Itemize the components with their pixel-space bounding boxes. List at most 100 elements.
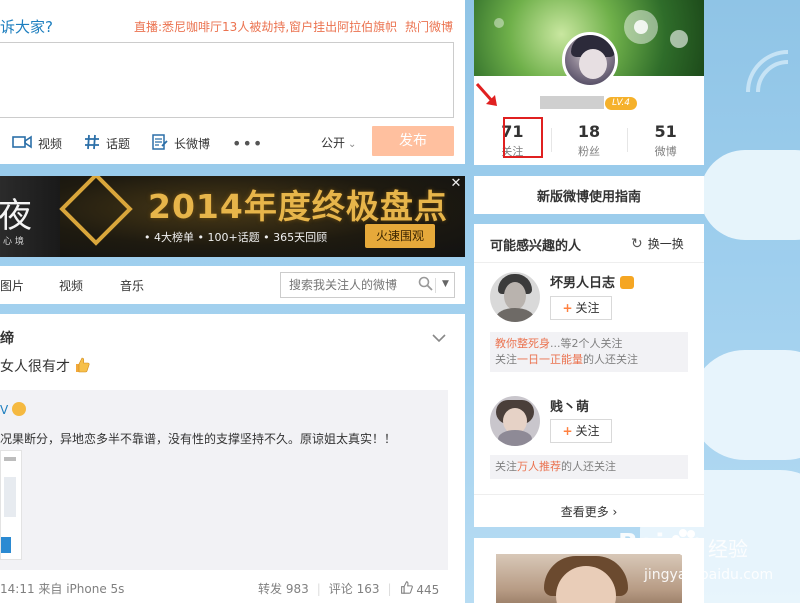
watermark-text: Bai: [618, 529, 665, 559]
guide-card: 新版微博使用指南: [474, 176, 704, 214]
suggestion-reason: 教你整死身...等2个人关注 关注一日一正能量的人还关注: [490, 332, 688, 372]
like-button[interactable]: 445: [400, 580, 440, 597]
year-end-banner[interactable]: 夜 心 境 2014年度终极盘点 • 4大榜单 • 100+话题 • 365天回…: [0, 176, 465, 257]
divider: [474, 262, 704, 263]
divider: [474, 494, 704, 495]
visibility-label: 公开: [321, 136, 346, 150]
long-post-tool-label: 长微博: [174, 136, 211, 151]
stat-posts-label: 微博: [654, 145, 677, 158]
suggested-user-name-text: 坏男人日志: [550, 276, 616, 291]
topic-tool-button[interactable]: 话题: [84, 134, 130, 153]
visibility-dropdown[interactable]: 公开 ⌄: [321, 134, 356, 151]
publisher-prompt: 诉大家?: [0, 18, 53, 36]
background-cloud: [690, 350, 800, 460]
repost-box[interactable]: V 况果断分，异地恋多半不靠谱，没有性的支撑坚持不久。原谅姐太真实！！: [0, 390, 448, 570]
reason-text: 关注: [495, 353, 517, 366]
reason-text: 的人还关注: [561, 460, 616, 473]
see-more-link[interactable]: 查看更多 ›: [474, 503, 704, 520]
hot-news-link[interactable]: 直播:悉尼咖啡厅13人被劫持,窗户挂出阿拉伯旗帜: [134, 18, 397, 35]
suggested-user-name[interactable]: 贱丶萌: [550, 396, 589, 415]
comment-button[interactable]: 评论 163: [329, 580, 380, 597]
repost-text: 况果断分，异地恋多半不靠谱，没有性的支撑坚持不久。原谅姐太真实！！: [0, 432, 397, 446]
tab-images[interactable]: 图片: [0, 277, 24, 294]
background-cloud: [700, 150, 800, 240]
red-arrow-annotation-icon: [475, 83, 497, 106]
video-icon: [12, 135, 32, 152]
refresh-label: 换一换: [647, 237, 684, 251]
repost-image[interactable]: [0, 450, 22, 560]
search-divider: [435, 278, 436, 293]
search-icon[interactable]: [418, 276, 433, 295]
publisher-toolbar: 视频 话题 长微博 •••: [0, 133, 263, 153]
post-textarea[interactable]: [0, 42, 454, 118]
banner-left-subtitle: 心 境: [3, 237, 24, 247]
suggested-user-name[interactable]: 坏男人日志: [550, 272, 634, 291]
banner-subtitle: • 4大榜单 • 100+话题 • 365天回顾: [144, 231, 328, 244]
stat-followers[interactable]: 18 粉丝: [550, 118, 628, 158]
action-divider: |: [316, 581, 321, 596]
reason-source-link[interactable]: 万人推荐: [517, 460, 561, 473]
reason-text: 的人还关注: [583, 353, 638, 366]
stat-followers-count: 18: [577, 122, 601, 141]
hashtag-icon: [84, 134, 100, 153]
reason-mutual-link[interactable]: 教你整死身: [495, 337, 550, 350]
refresh-icon: ↻: [631, 236, 643, 252]
baidu-jingyan-watermark: Bai 经验 jingyan.baidu.com: [612, 523, 798, 599]
stat-posts-count: 51: [654, 122, 677, 141]
suggested-user-avatar[interactable]: [490, 396, 540, 446]
suggested-user-avatar[interactable]: [490, 272, 540, 322]
post-text-content: 女人很有才: [0, 359, 70, 375]
plus-icon: +: [562, 301, 573, 315]
publish-button[interactable]: 发布: [372, 126, 454, 156]
feed-card: 缔 女人很有才 V 况果断分，异地恋多半不靠谱，没有性的支撑坚持不久。原谅姐太真…: [0, 314, 465, 603]
repost-button[interactable]: 转发 983: [258, 580, 309, 597]
follow-label: 关注: [575, 301, 600, 315]
emoji-icon: [12, 402, 27, 416]
like-count: 445: [416, 582, 440, 597]
thumbs-up-emoji-icon: [74, 357, 90, 373]
more-tools-button[interactable]: •••: [232, 134, 263, 153]
crown-badge-icon: [619, 276, 634, 289]
hot-weibo-link[interactable]: 热门微博: [405, 18, 453, 35]
follow-label: 关注: [575, 424, 600, 438]
feed-search-box: ▼: [280, 272, 455, 298]
refresh-button[interactable]: ↻ 换一换: [631, 235, 684, 252]
banner-title: 2014年度终极盘点: [148, 187, 448, 226]
action-divider: |: [387, 581, 392, 596]
level-badge[interactable]: LV.4: [605, 97, 637, 110]
video-tool-button[interactable]: 视频: [12, 135, 62, 152]
follow-button[interactable]: + 关注: [550, 296, 612, 320]
username-blurred[interactable]: [540, 96, 604, 109]
post-text: 女人很有才: [0, 356, 90, 376]
follow-button[interactable]: + 关注: [550, 419, 612, 443]
thumbs-up-icon: [400, 580, 417, 597]
new-weibo-guide-link[interactable]: 新版微博使用指南: [474, 186, 704, 205]
post-meta: 14:11 来自 iPhone 5s: [0, 582, 125, 596]
paw-logo-icon: [668, 527, 702, 561]
wifi-decoration-icon: [740, 40, 800, 100]
topic-tool-label: 话题: [106, 136, 131, 151]
plus-icon: +: [562, 424, 573, 438]
caret-down-icon[interactable]: ▼: [442, 279, 449, 289]
reason-text: ...等2个人关注: [550, 337, 623, 350]
video-tool-label: 视频: [38, 136, 63, 151]
suggested-title: 可能感兴趣的人: [490, 239, 582, 254]
profile-card: LV.4 71 关注 18 粉丝 51 微博: [474, 0, 704, 165]
watermark-url: jingyan.baidu.com: [644, 567, 774, 583]
suggestion-reason: 关注万人推荐的人还关注: [490, 455, 688, 479]
feed-search-input[interactable]: [289, 277, 419, 293]
following-highlight-box: [503, 117, 543, 158]
banner-cta-button[interactable]: 火速围观: [365, 224, 435, 248]
tab-videos[interactable]: 视频: [59, 277, 83, 294]
banner-left-panel: 夜 心 境: [0, 176, 60, 257]
tab-music[interactable]: 音乐: [120, 277, 144, 294]
repost-author[interactable]: V: [0, 402, 27, 417]
avatar[interactable]: [562, 32, 618, 88]
author-name[interactable]: 缔: [0, 328, 14, 348]
chevron-down-icon[interactable]: [432, 332, 448, 343]
close-icon[interactable]: ✕: [449, 177, 463, 191]
long-post-tool-button[interactable]: 长微博: [152, 133, 211, 153]
stat-posts[interactable]: 51 微博: [627, 118, 704, 158]
reason-source-link[interactable]: 一日一正能量: [517, 353, 583, 366]
chevron-down-icon: ⌄: [348, 139, 357, 150]
